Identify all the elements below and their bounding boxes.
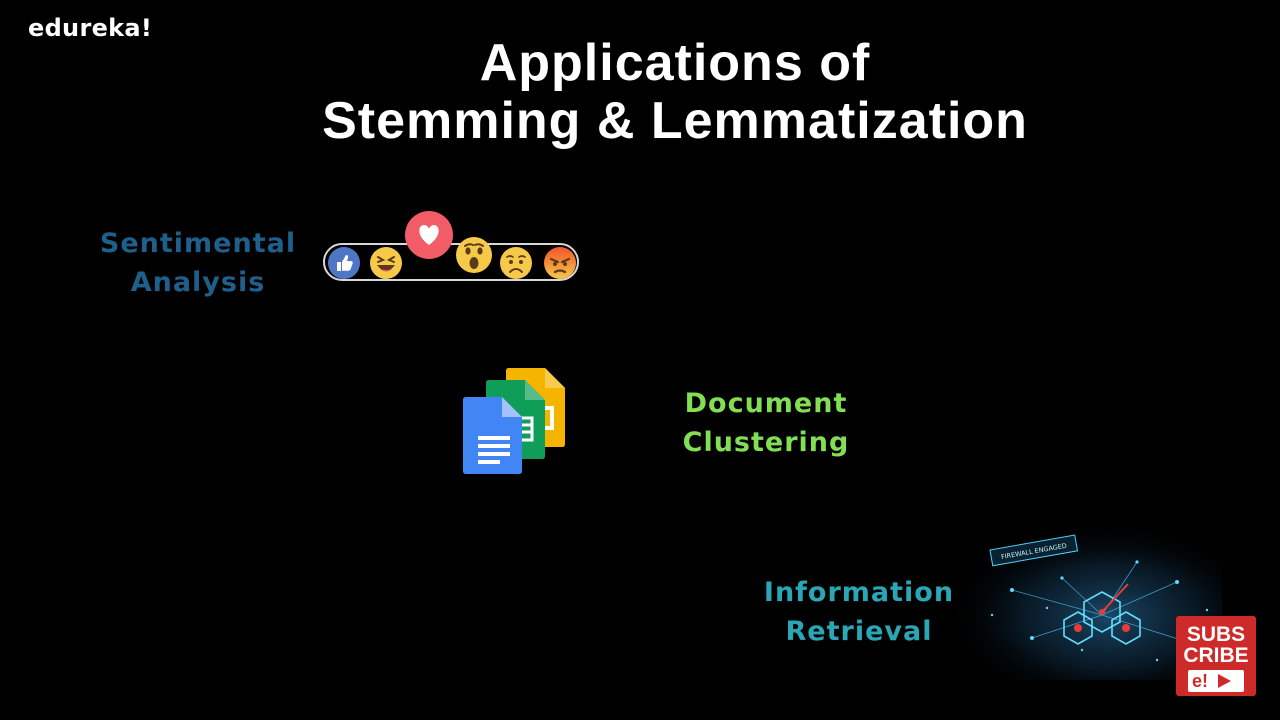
laugh-icon — [370, 247, 402, 279]
like-icon — [328, 247, 360, 279]
wow-icon — [456, 237, 492, 273]
docs-file-icon — [463, 397, 522, 474]
sentiment-line-1: Sentimental — [99, 228, 297, 259]
subscribe-line-2: CRIBE — [1183, 644, 1249, 667]
sentimental-analysis-label: Sentimental Analysis — [92, 224, 304, 302]
sad-icon — [500, 247, 532, 279]
title-line-1: Applications of — [479, 34, 871, 92]
love-icon — [405, 211, 453, 259]
subscribe-button[interactable]: SUBS CRIBE e! — [1176, 616, 1256, 696]
play-icon — [1218, 674, 1231, 688]
document-clustering-label: Document Clustering — [666, 384, 866, 462]
slide-title: Applications of Stemming & Lemmatization — [0, 34, 1280, 150]
subscribe-line-1: SUBS — [1186, 623, 1246, 646]
clustering-line-2: Clustering — [682, 427, 850, 458]
clustering-line-1: Document — [684, 388, 848, 419]
sentiment-line-2: Analysis — [130, 267, 266, 298]
subscribe-badge: e! — [1188, 670, 1244, 692]
angry-icon — [544, 247, 576, 279]
information-retrieval-label: Information Retrieval — [752, 573, 966, 651]
retrieval-line-1: Information — [763, 577, 955, 608]
retrieval-line-2: Retrieval — [785, 616, 933, 647]
subscribe-badge-text: e! — [1192, 671, 1209, 691]
title-line-2: Stemming & Lemmatization — [322, 92, 1028, 150]
google-docs-files-icon — [463, 368, 565, 474]
